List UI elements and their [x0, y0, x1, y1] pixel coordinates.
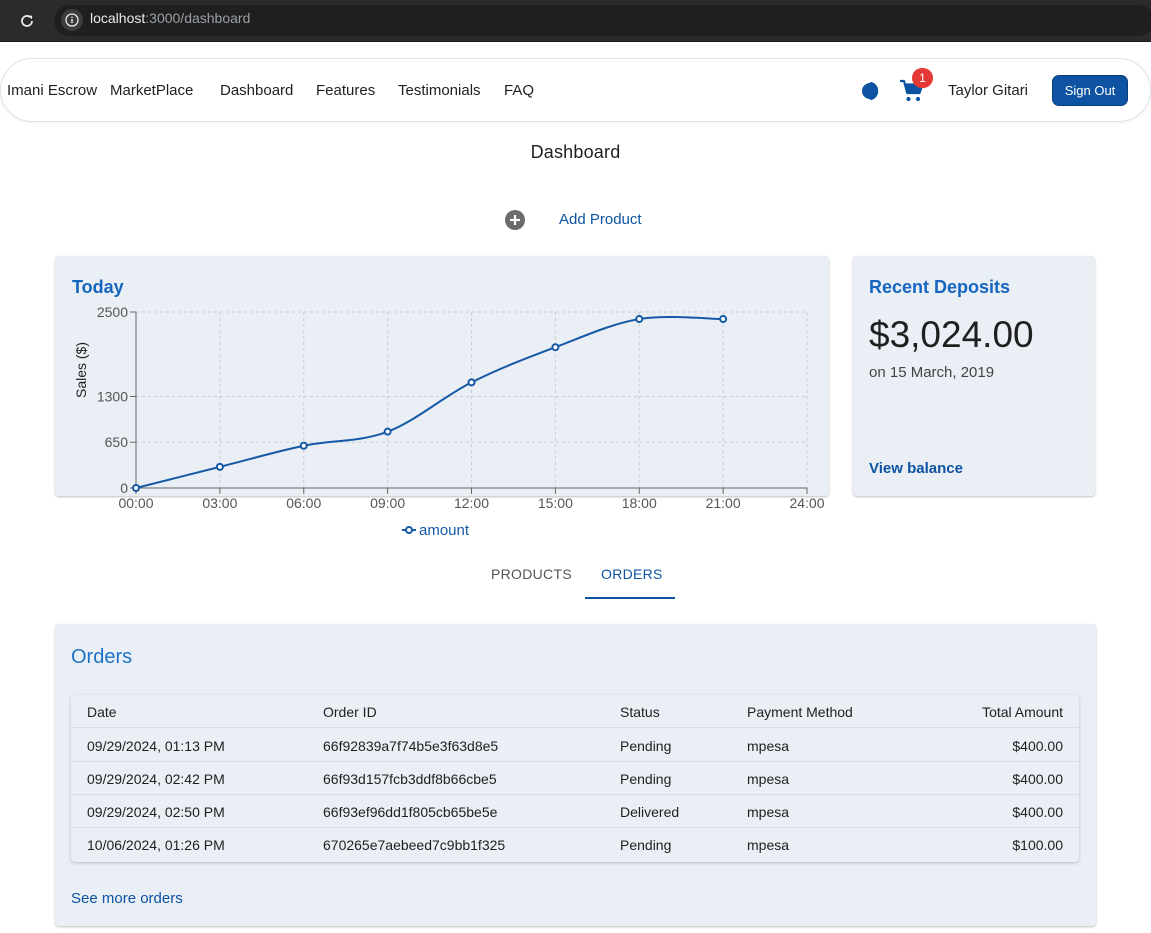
order-status: Pending — [620, 837, 672, 853]
sales-chart: 00:00 03:00 06:00 09:00 12:00 15:00 18:00 21:00… — [73, 304, 825, 539]
url-host: localhost — [90, 10, 146, 26]
orders-title: Orders — [71, 646, 133, 668]
page-title: Dashboard — [530, 142, 621, 162]
order-total: $400.00 — [1012, 804, 1063, 820]
column-header: Order ID — [323, 704, 377, 720]
orders-card: Orders Date Order ID Status Payment Meth… — [55, 624, 1096, 926]
table-row[interactable]: 09/29/2024, 02:50 PM 66f93ef96dd1f805cb6… — [71, 795, 1079, 828]
column-header: Total Amount — [982, 704, 1063, 720]
chart-axes: 00:00 03:00 06:00 09:00 12:00 15:00 18:00 21:00… — [73, 304, 825, 511]
data-point — [635, 315, 644, 324]
data-point — [719, 315, 728, 324]
legend-marker — [405, 526, 413, 534]
chart-legend: amount — [402, 522, 470, 539]
y-tick-label: 650 — [105, 434, 129, 450]
y-tick-label: 1300 — [97, 388, 128, 404]
recent-deposits-card: Recent Deposits $3,024.00 on 15 March, 2… — [853, 256, 1095, 496]
order-payment-method: mpesa — [747, 837, 790, 853]
data-point — [215, 462, 224, 471]
y-tick-label: 2500 — [97, 304, 128, 320]
add-product-link[interactable]: Add Product — [559, 211, 642, 228]
order-payment-method: mpesa — [747, 738, 790, 754]
table-row[interactable]: 09/29/2024, 02:42 PM 66f93d157fcb3ddf8b6… — [71, 762, 1079, 795]
order-id: 66f93ef96dd1f805cb65be5e — [323, 804, 498, 820]
data-point — [467, 378, 476, 387]
dark-mode-icon[interactable] — [862, 81, 882, 101]
data-point — [551, 343, 560, 352]
user-name: Taylor Gitari — [948, 82, 1029, 99]
url-text[interactable]: localhost:3000/dashboard — [90, 10, 250, 26]
y-axis-label: Sales ($) — [73, 342, 89, 398]
order-total: $400.00 — [1012, 738, 1063, 754]
nav-dashboard[interactable]: Dashboard — [220, 82, 293, 99]
table-row[interactable]: 10/06/2024, 01:26 PM 670265e7aebeed7c9bb… — [71, 828, 1079, 861]
x-tick-label: 24:00 — [789, 495, 824, 511]
cart-badge: 1 — [912, 68, 933, 88]
deposit-date: on 15 March, 2019 — [869, 364, 995, 381]
x-tick-label: 00:00 — [118, 495, 153, 511]
order-id: 66f93d157fcb3ddf8b66cbe5 — [323, 771, 497, 787]
x-tick-label: 06:00 — [286, 495, 321, 511]
order-total: $400.00 — [1012, 771, 1063, 787]
nav-testimonials[interactable]: Testimonials — [398, 82, 481, 99]
see-more-orders-link[interactable]: See more orders — [71, 890, 183, 907]
order-date: 09/29/2024, 01:13 PM — [87, 738, 225, 754]
deposit-amount: $3,024.00 — [869, 314, 1034, 355]
view-balance-link[interactable]: View balance — [869, 460, 963, 477]
x-tick-label: 12:00 — [454, 495, 489, 511]
nav-faq[interactable]: FAQ — [504, 82, 534, 99]
column-header: Payment Method — [747, 704, 853, 720]
deposits-title: Recent Deposits — [869, 277, 1011, 297]
order-id: 670265e7aebeed7c9bb1f325 — [323, 837, 506, 853]
column-header: Status — [620, 704, 660, 720]
site-info-icon[interactable] — [61, 9, 83, 31]
order-date: 09/29/2024, 02:50 PM — [87, 804, 225, 820]
tab-products[interactable]: PRODUCTS — [491, 566, 572, 582]
data-point — [132, 484, 140, 492]
order-id: 66f92839a7f74b5e3f63d8e5 — [323, 738, 499, 754]
x-tick-label: 18:00 — [622, 495, 657, 511]
order-payment-method: mpesa — [747, 771, 790, 787]
order-date: 10/06/2024, 01:26 PM — [87, 837, 225, 853]
x-tick-label: 09:00 — [370, 495, 405, 511]
nav-features[interactable]: Features — [316, 82, 375, 99]
order-status: Pending — [620, 738, 672, 754]
add-circle-icon[interactable] — [505, 210, 525, 230]
url-path: :3000/dashboard — [145, 10, 251, 26]
order-status: Delivered — [620, 804, 680, 820]
top-navbar: Imani Escrow MarketPlace Dashboard Featu… — [0, 58, 1151, 122]
order-date: 09/29/2024, 02:42 PM — [87, 771, 225, 787]
table-row[interactable]: 09/29/2024, 01:13 PM 66f92839a7f74b5e3f6… — [71, 729, 1079, 762]
reload-icon[interactable] — [14, 8, 40, 34]
series-line-amount — [135, 315, 724, 489]
brand-link[interactable]: Imani Escrow — [7, 82, 97, 99]
browser-toolbar: localhost:3000/dashboard — [0, 0, 1151, 42]
table-header-row: Date Order ID Status Payment Method Tota… — [71, 695, 1079, 728]
order-status: Pending — [620, 771, 672, 787]
tab-orders[interactable]: ORDERS — [601, 566, 663, 582]
today-title: Today — [72, 277, 124, 297]
order-total: $100.00 — [1012, 837, 1063, 853]
data-point — [383, 427, 392, 436]
legend-label: amount — [419, 522, 470, 539]
data-point — [299, 441, 308, 450]
x-tick-label: 03:00 — [202, 495, 237, 511]
chart-series — [132, 315, 728, 492]
sign-out-button[interactable]: Sign Out — [1052, 75, 1128, 106]
active-tab-indicator — [585, 597, 675, 599]
y-tick-label: 0 — [120, 480, 128, 496]
orders-table: Date Order ID Status Payment Method Tota… — [71, 695, 1079, 862]
x-tick-label: 15:00 — [538, 495, 573, 511]
order-payment-method: mpesa — [747, 804, 790, 820]
column-header: Date — [87, 704, 117, 720]
nav-marketplace[interactable]: MarketPlace — [110, 82, 193, 99]
x-tick-label: 21:00 — [706, 495, 741, 511]
